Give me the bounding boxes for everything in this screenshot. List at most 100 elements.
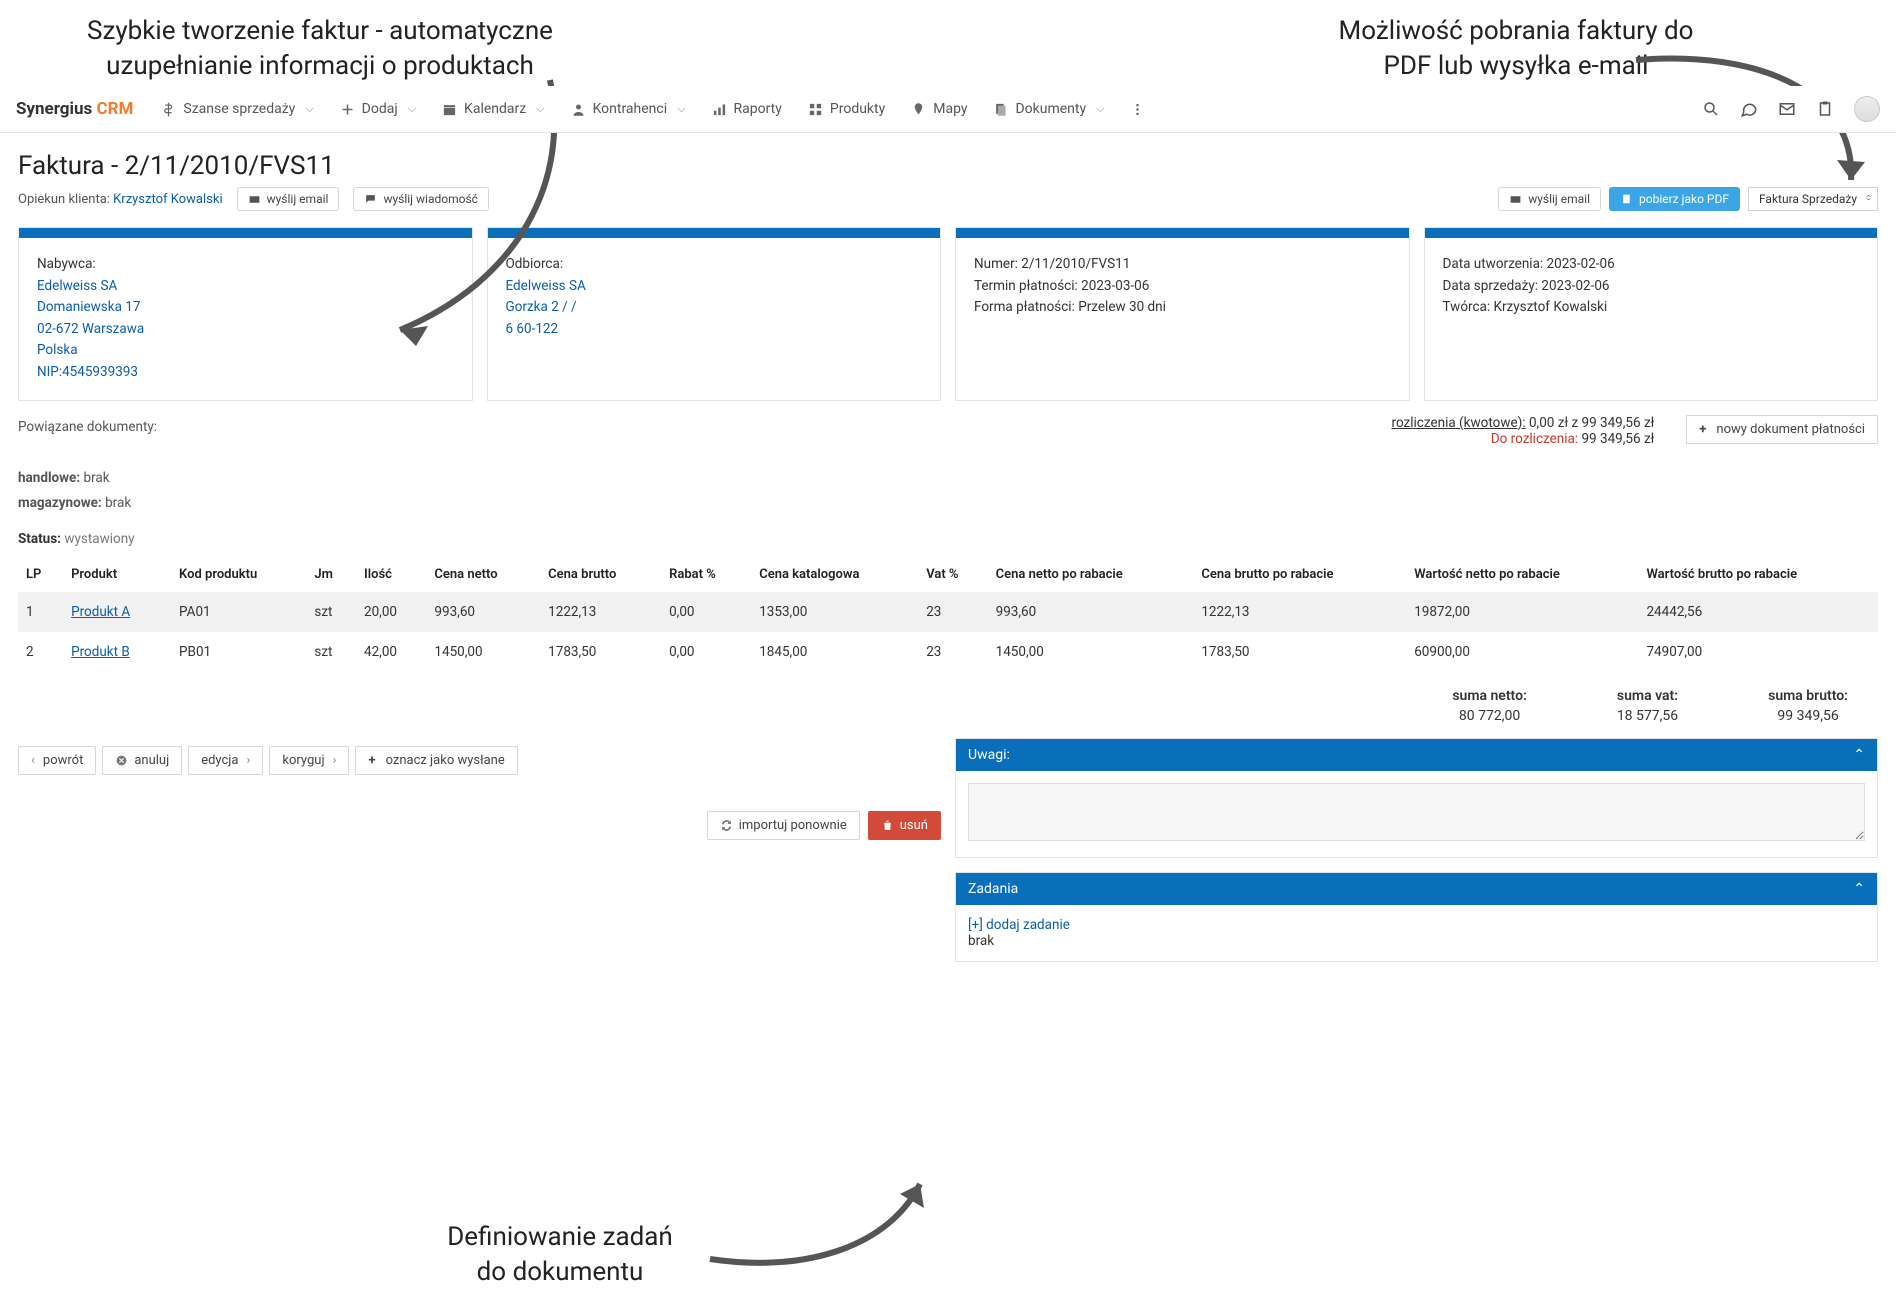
recipient-code[interactable]: 6 60-122 bbox=[506, 321, 559, 337]
page-title: Faktura - 2/11/2010/FVS11 bbox=[18, 151, 1878, 181]
buyer-country[interactable]: Polska bbox=[37, 342, 78, 358]
th-gross-after: Cena brutto po rabacie bbox=[1193, 557, 1406, 592]
detail-payment: Forma płatności: Przelew 30 dni bbox=[974, 297, 1391, 319]
tasks-none: brak bbox=[968, 933, 994, 949]
table-row: 2Produkt BPB01szt42,001450,001783,500,00… bbox=[18, 632, 1878, 672]
buyer-name[interactable]: Edelweiss SA bbox=[37, 278, 117, 294]
delete-button[interactable]: usuń bbox=[868, 811, 941, 840]
grid-icon bbox=[808, 102, 823, 117]
clipboard-icon[interactable] bbox=[1816, 100, 1834, 118]
more-vertical-icon bbox=[1130, 102, 1145, 117]
callout-bottom: Definiowanie zadań do dokumentu bbox=[430, 1220, 690, 1290]
tasks-title: Zadania bbox=[968, 881, 1018, 897]
search-icon[interactable] bbox=[1702, 100, 1720, 118]
calendar-icon bbox=[442, 102, 457, 117]
nav-documents[interactable]: Dokumenty bbox=[993, 101, 1104, 117]
buyer-nip[interactable]: NIP:4545939393 bbox=[37, 364, 138, 380]
product-link[interactable]: Produkt A bbox=[71, 604, 130, 620]
invoice-type-select[interactable]: Faktura Sprzedaży bbox=[1748, 187, 1878, 211]
pin-icon bbox=[911, 102, 926, 117]
add-task-link[interactable]: [+] dodaj zadanie bbox=[968, 917, 1070, 933]
chat-icon[interactable] bbox=[1740, 100, 1758, 118]
nav-reports[interactable]: Raporty bbox=[712, 101, 782, 117]
cancel-icon bbox=[115, 754, 128, 767]
th-net-after: Cena netto po rabacie bbox=[988, 557, 1194, 592]
th-vat: Vat % bbox=[918, 557, 987, 592]
lower-columns: powrót anuluj edycja koryguj oznacz jako… bbox=[18, 738, 1878, 962]
new-payment-doc-button[interactable]: nowy dokument płatności bbox=[1686, 415, 1878, 444]
notes-textarea[interactable] bbox=[968, 783, 1865, 841]
send-email-button-2[interactable]: wyślij email bbox=[1498, 187, 1601, 211]
th-lp: LP bbox=[18, 557, 63, 592]
dollar-icon bbox=[161, 102, 176, 117]
product-link[interactable]: Produkt B bbox=[71, 644, 130, 660]
callout-top-left: Szybkie tworzenie faktur - automatyczne … bbox=[50, 14, 590, 84]
card-details: Numer: 2/11/2010/FVS11 Termin płatności:… bbox=[955, 227, 1410, 401]
cards: Nabywca: Edelweiss SA Domaniewska 17 02-… bbox=[18, 227, 1878, 401]
nav-right bbox=[1702, 96, 1880, 122]
th-discount: Rabat % bbox=[661, 557, 751, 592]
detail-due: Termin płatności: 2023-03-06 bbox=[974, 276, 1391, 298]
nav: Szanse sprzedaży Dodaj Kalendarz Kontrah… bbox=[161, 101, 1702, 117]
nav-more[interactable] bbox=[1130, 102, 1145, 117]
nav-sales-opportunities[interactable]: Szanse sprzedaży bbox=[161, 101, 313, 117]
docs-icon bbox=[993, 102, 1008, 117]
bars-icon bbox=[712, 102, 727, 117]
nav-products[interactable]: Produkty bbox=[808, 101, 885, 117]
owner-link[interactable]: Krzysztof Kowalski bbox=[113, 192, 222, 207]
related-commercial: handlowe: brak bbox=[18, 466, 1372, 492]
sum-vat: 18 577,56 bbox=[1617, 708, 1678, 724]
buyer-street[interactable]: Domaniewska 17 bbox=[37, 299, 140, 315]
nav-maps[interactable]: Mapy bbox=[911, 101, 967, 117]
trash-icon bbox=[881, 819, 894, 832]
nav-contractors[interactable]: Kontrahenci bbox=[571, 101, 686, 117]
th-code: Kod produktu bbox=[171, 557, 306, 592]
edit-button[interactable]: edycja bbox=[188, 746, 263, 775]
card-buyer: Nabywca: Edelweiss SA Domaniewska 17 02-… bbox=[18, 227, 473, 401]
cancel-button[interactable]: anuluj bbox=[102, 746, 182, 775]
bottom-actions: importuj ponownie usuń bbox=[18, 811, 941, 840]
notes-panel: Uwagi: bbox=[955, 738, 1878, 858]
related-label: Powiązane dokumenty: bbox=[18, 415, 1372, 441]
tasks-panel: Zadania [+] dodaj zadanie brak bbox=[955, 872, 1878, 962]
file-icon bbox=[1620, 193, 1633, 206]
correct-button[interactable]: koryguj bbox=[269, 746, 349, 775]
page: Faktura - 2/11/2010/FVS11 Opiekun klient… bbox=[0, 133, 1896, 980]
meta-sale: Data sprzedaży: 2023-02-06 bbox=[1443, 276, 1860, 298]
table-header-row: LP Produkt Kod produktu Jm Ilość Cena ne… bbox=[18, 557, 1878, 592]
reimport-button[interactable]: importuj ponownie bbox=[707, 811, 860, 840]
chevron-up-icon bbox=[1853, 747, 1865, 763]
envelope-icon bbox=[1509, 193, 1522, 206]
nav-add[interactable]: Dodaj bbox=[340, 101, 416, 117]
th-unit: Jm bbox=[306, 557, 356, 592]
th-val-gross: Wartość brutto po rabacie bbox=[1638, 557, 1878, 592]
buyer-city[interactable]: 02-672 Warszawa bbox=[37, 321, 144, 337]
nav-calendar[interactable]: Kalendarz bbox=[442, 101, 545, 117]
products-table: LP Produkt Kod produktu Jm Ilość Cena ne… bbox=[18, 557, 1878, 672]
speech-icon bbox=[364, 193, 377, 206]
tasks-panel-head[interactable]: Zadania bbox=[956, 873, 1877, 905]
recipient-street[interactable]: Gorzka 2 / / bbox=[506, 299, 577, 315]
back-button[interactable]: powrót bbox=[18, 746, 96, 775]
person-icon bbox=[571, 102, 586, 117]
send-email-button[interactable]: wyślij email bbox=[237, 187, 340, 211]
card-recipient: Odbiorca: Edelweiss SA Gorzka 2 / / 6 60… bbox=[487, 227, 942, 401]
meta-created: Data utworzenia: 2023-02-06 bbox=[1443, 254, 1860, 276]
mark-sent-button[interactable]: oznacz jako wysłane bbox=[355, 746, 517, 775]
buyer-label: Nabywca: bbox=[37, 254, 454, 276]
sum-gross: 99 349,56 bbox=[1768, 708, 1848, 724]
send-message-button[interactable]: wyślij wiadomość bbox=[353, 187, 489, 211]
recipient-name[interactable]: Edelweiss SA bbox=[506, 278, 586, 294]
action-buttons: powrót anuluj edycja koryguj oznacz jako… bbox=[18, 738, 941, 783]
mail-icon[interactable] bbox=[1778, 100, 1796, 118]
notes-panel-head[interactable]: Uwagi: bbox=[956, 739, 1877, 771]
status-row: Status: wystawiony bbox=[18, 531, 1878, 547]
sum-net: 80 772,00 bbox=[1452, 708, 1527, 724]
logo: Synergius CRM bbox=[16, 99, 133, 119]
th-net: Cena netto bbox=[426, 557, 540, 592]
avatar[interactable] bbox=[1854, 96, 1880, 122]
download-pdf-button[interactable]: pobierz jako PDF bbox=[1609, 187, 1740, 211]
arrow-bottom bbox=[690, 1164, 950, 1284]
settlements-line2: Do rozliczenia: 99 349,56 zł bbox=[1392, 431, 1655, 447]
th-qty: Ilość bbox=[356, 557, 426, 592]
